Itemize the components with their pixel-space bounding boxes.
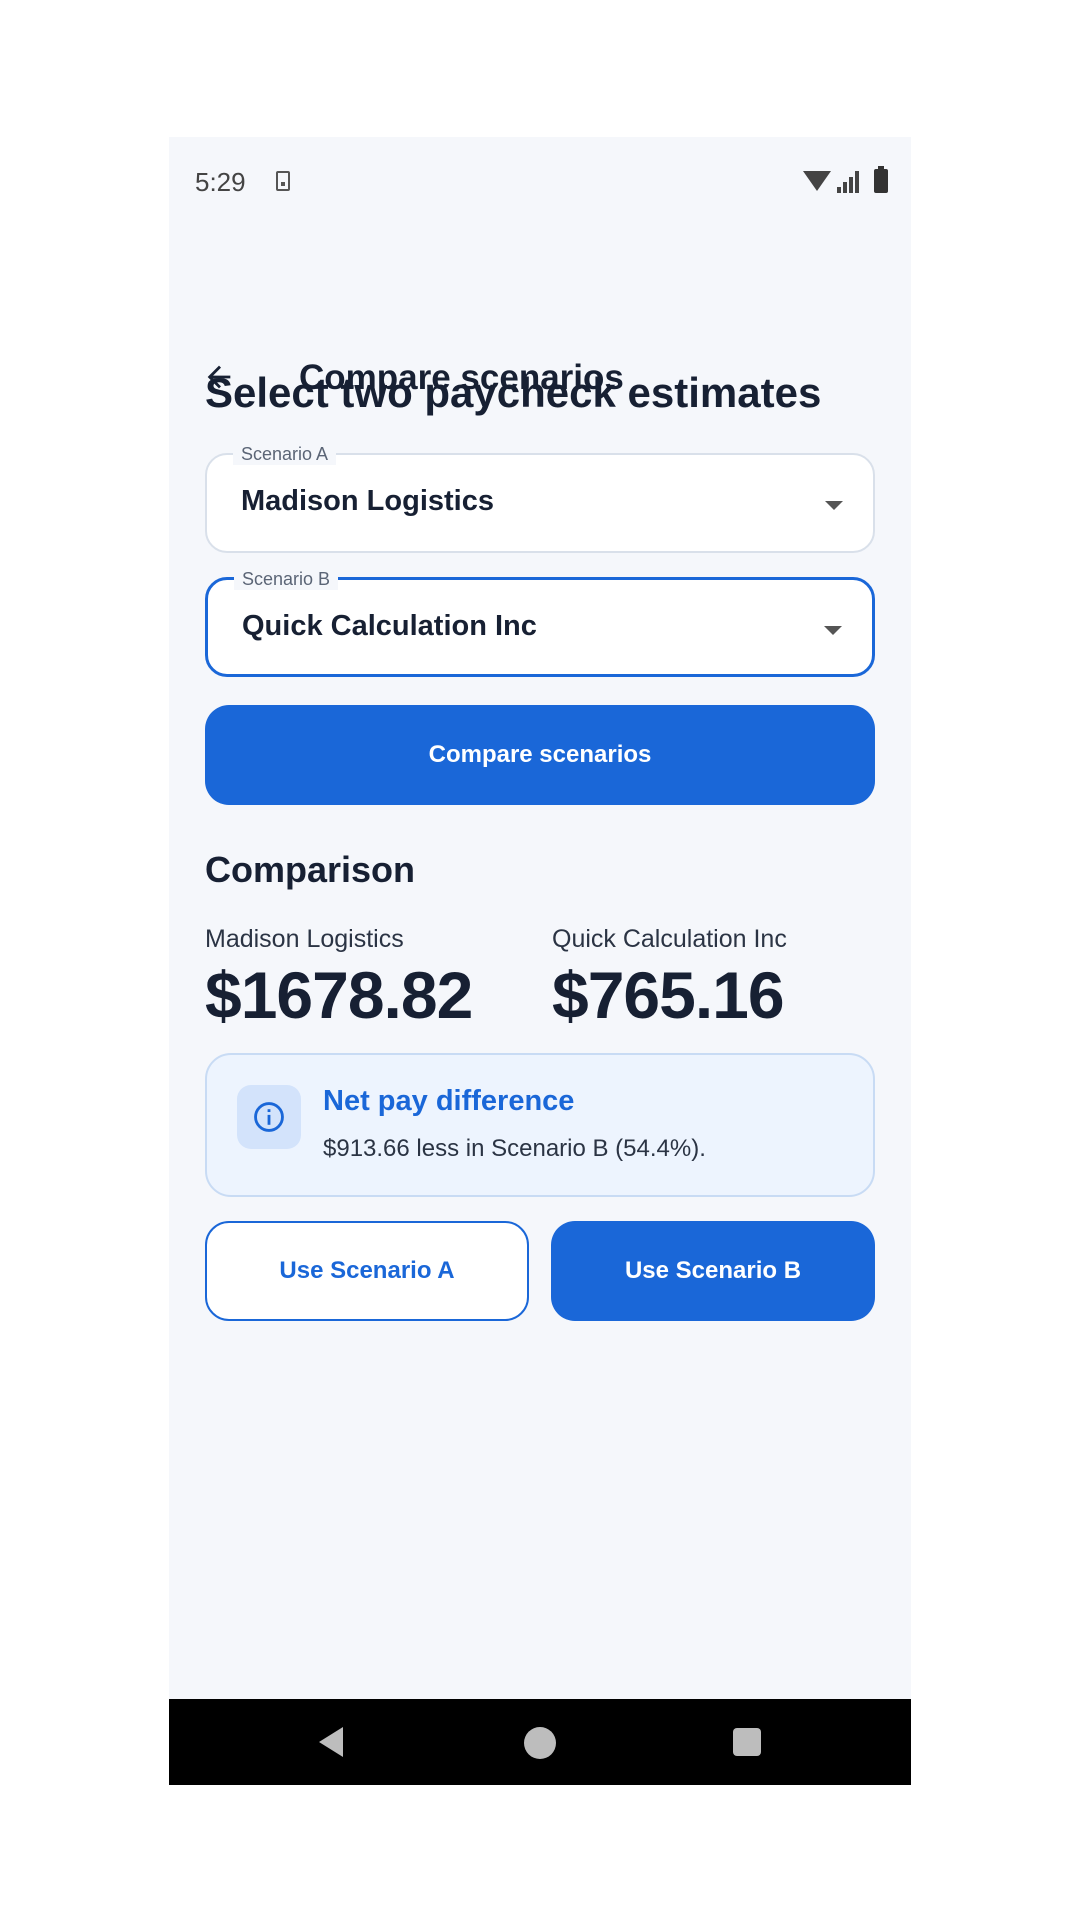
- caret-down-icon: [824, 626, 842, 635]
- comparison-title: Comparison: [205, 849, 416, 890]
- nav-back-icon[interactable]: [319, 1727, 343, 1757]
- scenario-b-value: Quick Calculation Inc: [242, 610, 537, 642]
- difference-title: Net pay difference: [323, 1085, 575, 1117]
- scenario-a-amount: $1678.82: [205, 958, 473, 1032]
- caret-down-icon: [825, 501, 843, 510]
- sim-card-icon: [276, 171, 290, 191]
- compare-scenarios-button[interactable]: Compare scenarios: [205, 705, 875, 805]
- scenario-a-name: Madison Logistics: [205, 925, 404, 953]
- info-icon-container: [237, 1085, 301, 1149]
- signal-icon: [837, 171, 861, 193]
- difference-text: $913.66 less in Scenario B (54.4%).: [323, 1135, 706, 1162]
- scenario-a-value: Madison Logistics: [241, 485, 494, 517]
- scenario-a-dropdown[interactable]: Scenario A Madison Logistics: [205, 443, 875, 553]
- scenario-b-amount: $765.16: [552, 958, 785, 1032]
- status-time: 5:29: [195, 167, 246, 197]
- nav-recents-icon[interactable]: [733, 1728, 761, 1756]
- info-icon: [254, 1102, 284, 1132]
- scenario-b-dropdown[interactable]: Scenario B Quick Calculation Inc: [205, 568, 875, 677]
- section-heading: Select two paycheck estimates: [205, 369, 822, 416]
- use-scenario-b-button[interactable]: Use Scenario B: [551, 1221, 875, 1321]
- scenario-a-label: Scenario A: [233, 443, 337, 465]
- scenario-b-label: Scenario B: [234, 568, 339, 590]
- system-nav-bar: [169, 1699, 911, 1785]
- status-bar: 5:29: [169, 137, 911, 227]
- nav-home-icon[interactable]: [524, 1727, 556, 1759]
- use-scenario-a-button[interactable]: Use Scenario A: [205, 1221, 529, 1321]
- phone-screen: 5:29 Compare scenarios Select two payche…: [169, 137, 911, 1785]
- wifi-icon: [803, 171, 831, 191]
- scenario-b-name: Quick Calculation Inc: [552, 925, 787, 953]
- net-pay-difference-card: Net pay difference $913.66 less in Scena…: [205, 1053, 875, 1197]
- battery-icon: [874, 166, 888, 193]
